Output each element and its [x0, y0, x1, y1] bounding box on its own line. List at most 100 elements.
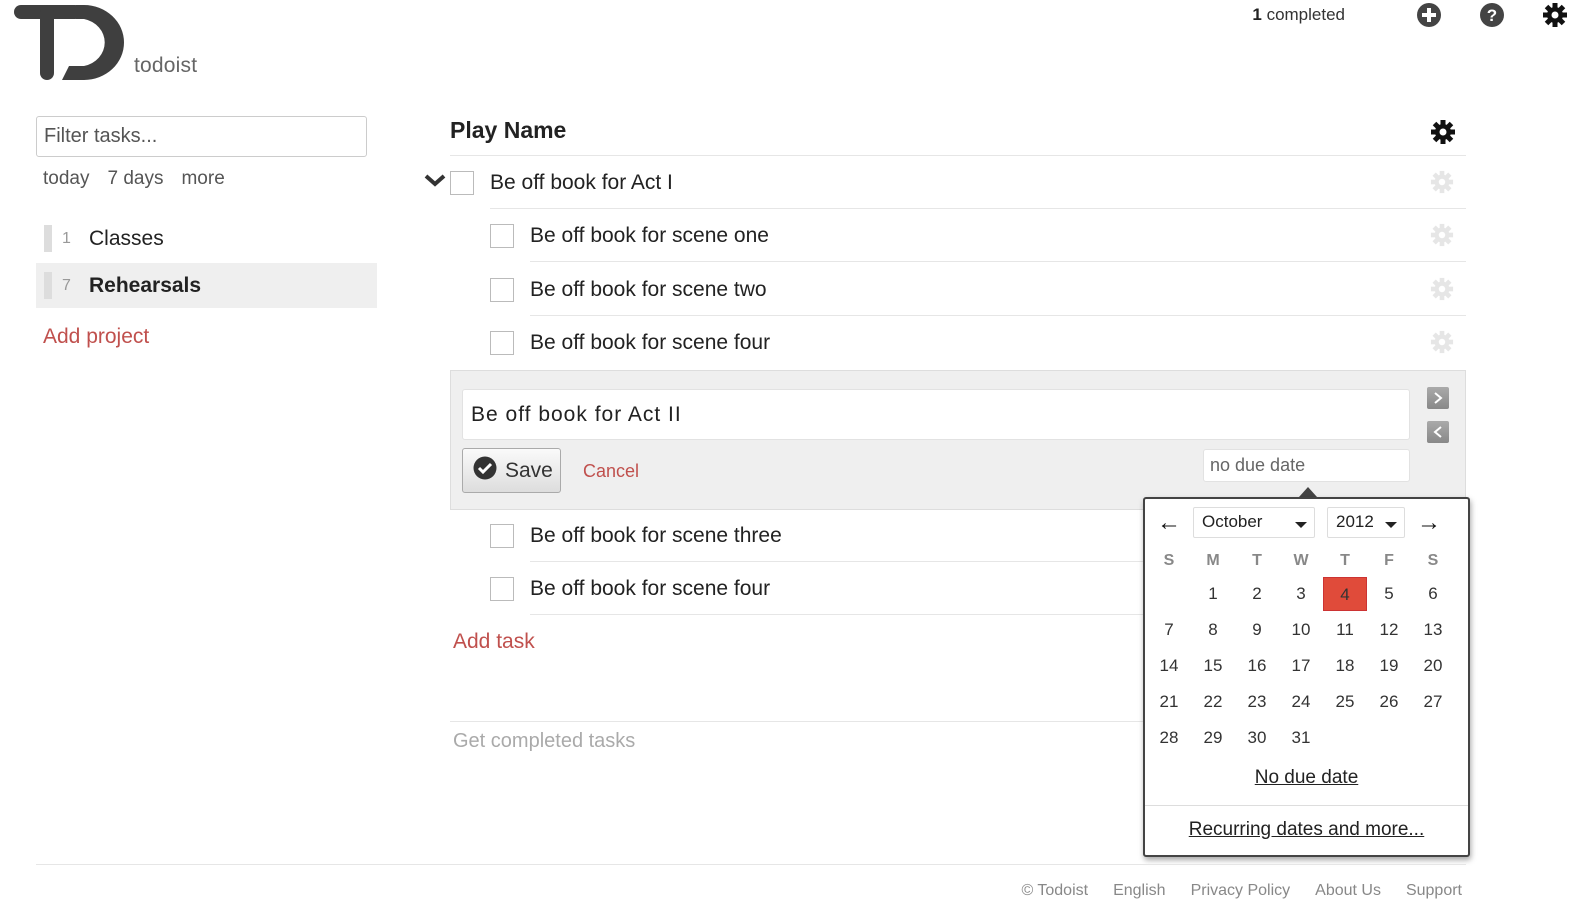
filter-tasks-input[interactable] [36, 116, 367, 157]
calendar-day[interactable]: 13 [1411, 613, 1455, 647]
calendar-day[interactable]: 7 [1147, 613, 1191, 647]
project-list: 1 Classes 7 Rehearsals [36, 216, 377, 310]
calendar-day[interactable]: 23 [1235, 685, 1279, 719]
completed-label: completed [1266, 5, 1345, 24]
task-gear-icon[interactable] [1430, 170, 1454, 199]
footer-copyright: © Todoist [1021, 882, 1089, 899]
project-item-classes[interactable]: 1 Classes [36, 216, 377, 261]
calendar-day[interactable]: 30 [1235, 721, 1279, 755]
footer-about-link[interactable]: About Us [1315, 882, 1381, 900]
chevron-down-icon [1295, 522, 1307, 528]
calendar-day[interactable]: 11 [1323, 613, 1367, 647]
calendar-day[interactable]: 17 [1279, 649, 1323, 683]
outdent-chevron-left-icon[interactable] [1427, 421, 1449, 443]
calendar-empty-cell [1147, 577, 1191, 611]
completed-count[interactable]: 1 completed [1252, 5, 1345, 25]
calendar-day[interactable]: 3 [1279, 577, 1323, 611]
no-due-date-link[interactable]: No due date [1145, 767, 1468, 789]
task-label[interactable]: Be off book for scene four [530, 331, 770, 355]
filter-7-days-link[interactable]: 7 days [107, 168, 163, 190]
project-color-bar [44, 272, 52, 299]
footer-privacy-link[interactable]: Privacy Policy [1191, 882, 1291, 900]
task-checkbox[interactable] [490, 223, 514, 248]
task-item: Be off book for Act I [450, 156, 1466, 209]
calendar-day[interactable]: 6 [1411, 577, 1455, 611]
calendar-day[interactable]: 31 [1279, 721, 1323, 755]
weekday-label: W [1293, 552, 1309, 569]
filter-more-link[interactable]: more [181, 168, 224, 190]
task-checkbox[interactable] [490, 523, 514, 548]
task-checkbox[interactable] [490, 576, 514, 601]
task-content-input[interactable] [462, 389, 1410, 440]
get-completed-tasks-link[interactable]: Get completed tasks [453, 730, 635, 753]
task-label[interactable]: Be off book for scene three [530, 524, 782, 548]
project-name: Classes [89, 226, 164, 250]
picker-caret [1299, 487, 1317, 497]
calendar-day[interactable]: 19 [1367, 649, 1411, 683]
calendar-day-selected[interactable]: 4 [1323, 577, 1367, 611]
calendar-day[interactable]: 18 [1323, 649, 1367, 683]
calendar-day[interactable]: 16 [1235, 649, 1279, 683]
save-button[interactable]: Save [462, 448, 561, 493]
calendar-day[interactable]: 8 [1191, 613, 1235, 647]
calendar-day[interactable]: 25 [1323, 685, 1367, 719]
cancel-link[interactable]: Cancel [583, 461, 639, 482]
weekday-label: T [1252, 552, 1262, 569]
add-icon[interactable] [1416, 2, 1442, 28]
task-checkbox[interactable] [490, 277, 514, 302]
calendar-day[interactable]: 5 [1367, 577, 1411, 611]
task-label[interactable]: Be off book for scene two [530, 278, 767, 302]
footer-language-link[interactable]: English [1113, 882, 1165, 900]
project-item-rehearsals[interactable]: 7 Rehearsals [36, 263, 377, 308]
calendar-day[interactable]: 29 [1191, 721, 1235, 755]
save-label: Save [505, 458, 553, 482]
next-month-arrow-icon[interactable]: → [1417, 509, 1441, 537]
calendar-day[interactable]: 28 [1147, 721, 1191, 755]
task-gear-icon[interactable] [1430, 277, 1454, 306]
task-gear-icon[interactable] [1430, 223, 1454, 252]
todoist-logo[interactable]: todoist [14, 2, 214, 82]
year-value: 2012 [1336, 512, 1374, 531]
task-item: Be off book for scene two [490, 263, 1466, 316]
picker-divider [1145, 805, 1468, 806]
task-gear-icon[interactable] [1430, 330, 1454, 359]
calendar-day[interactable]: 26 [1367, 685, 1411, 719]
recurring-dates-link[interactable]: Recurring dates and more... [1145, 819, 1468, 841]
calendar-day[interactable]: 27 [1411, 685, 1455, 719]
task-checkbox[interactable] [490, 330, 514, 355]
footer-support-link[interactable]: Support [1406, 882, 1462, 900]
settings-gear-icon[interactable] [1542, 2, 1568, 28]
add-project-link[interactable]: Add project [43, 325, 149, 349]
task-checkbox[interactable] [450, 170, 474, 195]
app-name: todoist [134, 54, 198, 77]
calendar-day[interactable]: 12 [1367, 613, 1411, 647]
checkmark-icon [473, 456, 497, 486]
indent-chevron-right-icon[interactable] [1427, 387, 1449, 409]
add-task-link[interactable]: Add task [453, 630, 535, 654]
calendar-day[interactable]: 2 [1235, 577, 1279, 611]
task-label[interactable]: Be off book for scene one [530, 224, 769, 248]
weekday-header: S M T W T F S [1145, 552, 1468, 570]
prev-month-arrow-icon[interactable]: ← [1157, 509, 1181, 537]
calendar-week: 28 29 30 31 [1145, 721, 1468, 755]
collapse-chevron-down-icon[interactable] [424, 172, 446, 193]
calendar-day[interactable]: 14 [1147, 649, 1191, 683]
calendar-day[interactable]: 21 [1147, 685, 1191, 719]
filter-today-link[interactable]: today [43, 168, 89, 190]
due-date-input[interactable] [1203, 449, 1410, 482]
completed-number: 1 [1252, 5, 1262, 24]
calendar-day[interactable]: 20 [1411, 649, 1455, 683]
task-label[interactable]: Be off book for scene four [530, 577, 770, 601]
project-settings-gear-icon[interactable] [1430, 119, 1456, 150]
help-icon[interactable]: ? [1479, 2, 1505, 28]
year-select[interactable]: 2012 [1327, 507, 1405, 538]
task-label[interactable]: Be off book for Act I [490, 171, 673, 195]
calendar-day[interactable]: 9 [1235, 613, 1279, 647]
calendar-day[interactable]: 1 [1191, 577, 1235, 611]
project-name: Rehearsals [89, 273, 202, 297]
calendar-day[interactable]: 24 [1279, 685, 1323, 719]
calendar-day[interactable]: 15 [1191, 649, 1235, 683]
month-select[interactable]: October [1193, 507, 1315, 538]
calendar-day[interactable]: 10 [1279, 613, 1323, 647]
calendar-day[interactable]: 22 [1191, 685, 1235, 719]
